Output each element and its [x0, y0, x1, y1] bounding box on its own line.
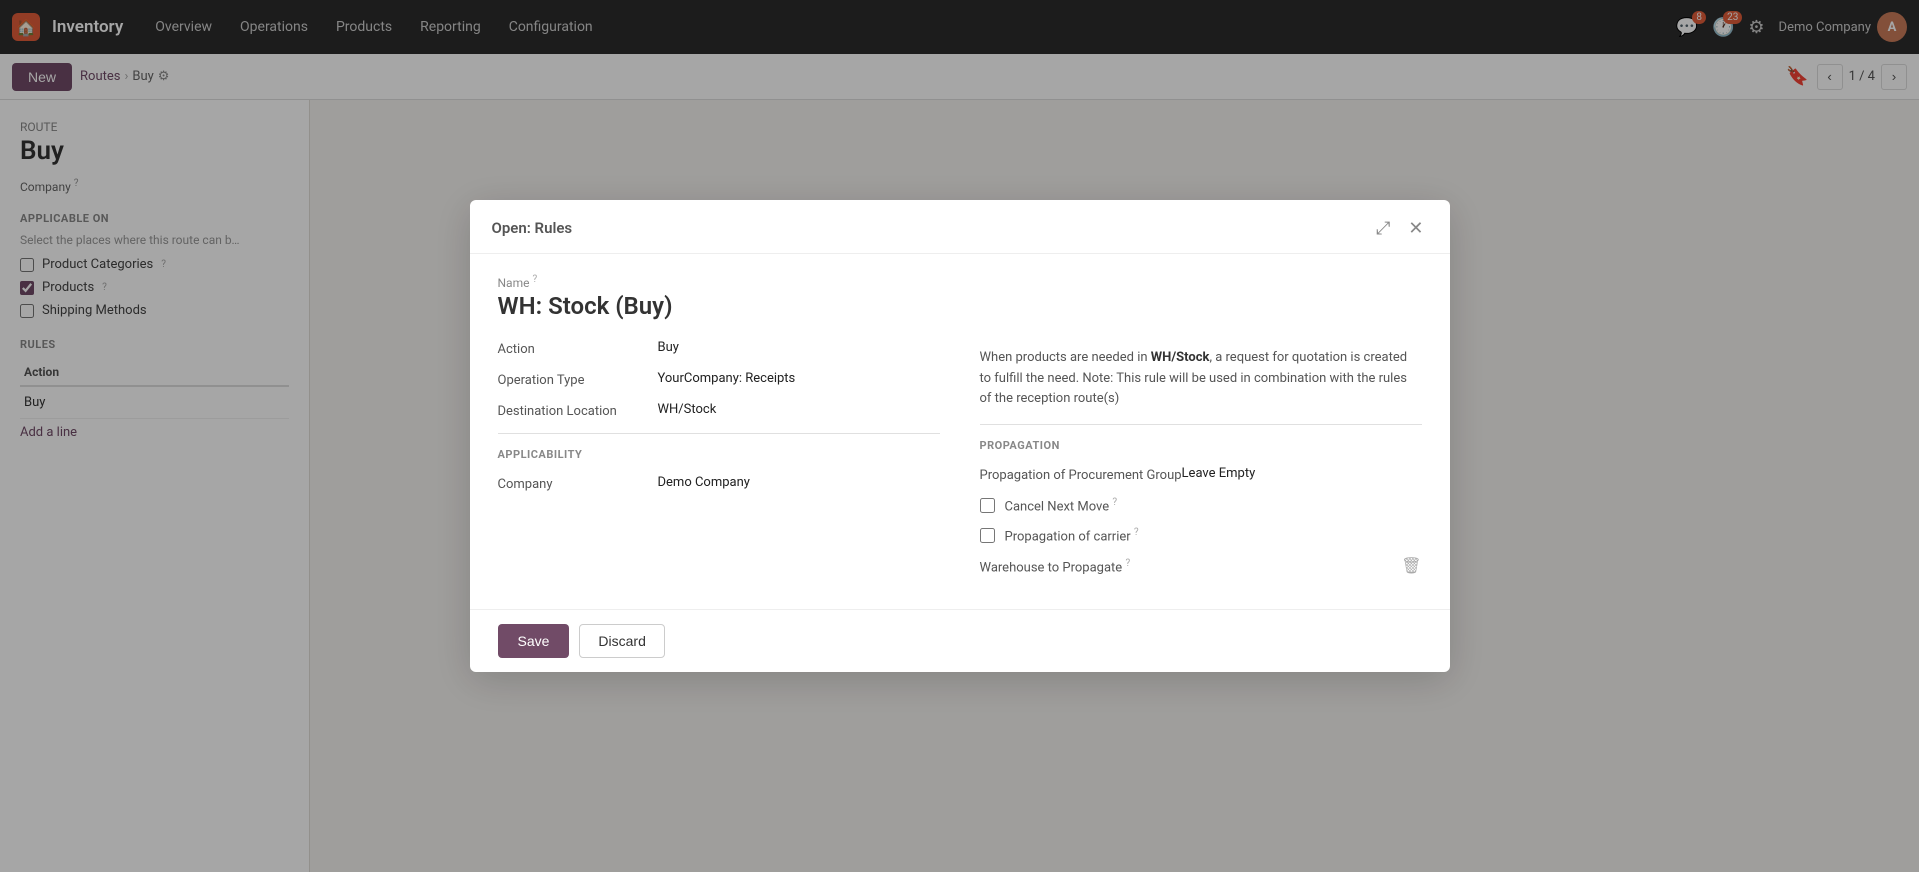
modal-dialog: Open: Rules ⤢ ✕ Name ? WH: Stock (Buy) A… [470, 200, 1450, 672]
propagation-carrier-row: Propagation of carrier ? [980, 527, 1422, 544]
modal-body: Name ? WH: Stock (Buy) Action Buy Operat… [470, 254, 1450, 609]
action-field: Action Buy [498, 340, 940, 357]
warehouse-to-propagate-label: Warehouse to Propagate ? [980, 556, 1160, 575]
info-box: When products are needed in WH/Stock, a … [980, 348, 1422, 410]
save-button[interactable]: Save [498, 624, 570, 658]
info-text-1: When products are needed in [980, 350, 1151, 365]
modal-header: Open: Rules ⤢ ✕ [470, 200, 1450, 254]
modal-left-col: Action Buy Operation Type YourCompany: R… [498, 340, 940, 589]
action-label: Action [498, 340, 658, 357]
close-button[interactable]: ✕ [1404, 216, 1427, 241]
cancel-next-move-checkbox[interactable] [980, 498, 995, 513]
propagation-carrier-label: Propagation of carrier ? [1005, 527, 1139, 544]
action-value: Buy [658, 340, 679, 355]
section-divider-2 [980, 424, 1422, 425]
modal-footer: Save Discard [470, 609, 1450, 672]
propagation-procurement-group-label: Propagation of Procurement Group [980, 466, 1182, 483]
discard-button[interactable]: Discard [579, 624, 664, 658]
name-label: Name ? [498, 274, 1422, 290]
propagation-procurement-group-value: Leave Empty [1182, 466, 1256, 481]
propagation-procurement-group-field: Propagation of Procurement Group Leave E… [980, 466, 1422, 483]
applicability-label: APPLICABILITY [498, 448, 940, 461]
destination-location-value: WH/Stock [658, 402, 717, 417]
modal-right-col: When products are needed in WH/Stock, a … [980, 340, 1422, 589]
warehouse-to-propagate-field: Warehouse to Propagate ? 🗑 [980, 556, 1422, 575]
cancel-next-move-row: Cancel Next Move ? [980, 497, 1422, 514]
destination-location-label: Destination Location [498, 402, 658, 419]
propagation-label: PROPAGATION [980, 439, 1422, 452]
info-text-bold: WH/Stock [1151, 350, 1210, 365]
destination-location-field: Destination Location WH/Stock [498, 402, 940, 419]
operation-type-value: YourCompany: Receipts [658, 371, 796, 386]
modal-overlay: Open: Rules ⤢ ✕ Name ? WH: Stock (Buy) A… [0, 0, 1919, 872]
propagation-carrier-checkbox[interactable] [980, 528, 995, 543]
modal-title: Open: Rules [492, 219, 573, 237]
delete-icon[interactable]: 🗑 [1401, 556, 1421, 575]
operation-type-field: Operation Type YourCompany: Receipts [498, 371, 940, 388]
company-label: Company [498, 475, 658, 492]
cancel-next-move-label: Cancel Next Move ? [1005, 497, 1118, 514]
modal-grid: Action Buy Operation Type YourCompany: R… [498, 340, 1422, 589]
name-value: WH: Stock (Buy) [498, 292, 1422, 320]
operation-type-label: Operation Type [498, 371, 658, 388]
company-field: Company Demo Company [498, 475, 940, 492]
expand-button[interactable]: ⤢ [1372, 216, 1394, 241]
company-value: Demo Company [658, 475, 750, 490]
section-divider-1 [498, 433, 940, 434]
modal-header-buttons: ⤢ ✕ [1372, 216, 1428, 241]
